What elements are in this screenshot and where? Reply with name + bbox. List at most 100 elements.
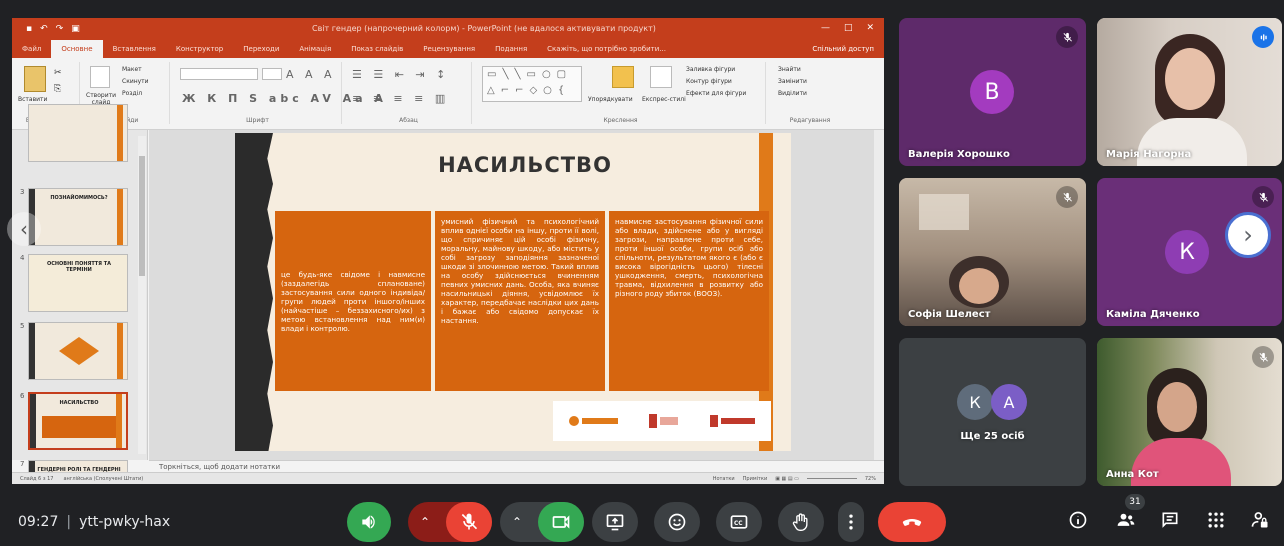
avatar: К [1165,230,1209,274]
captions-button[interactable]: CC [716,502,762,542]
align-icons[interactable]: ≡ ≡ ≡ ≡ ▥ [352,92,449,105]
thumbnails-scrollbar[interactable] [138,136,146,454]
definition-box-1: це будь-яке свідоме і навмисне (заздалег… [275,211,431,391]
minimize-icon[interactable]: — [821,23,830,33]
quick-styles-icon[interactable] [650,66,672,88]
close-icon[interactable]: ✕ [866,23,874,33]
canvas-scrollbar[interactable] [874,130,884,460]
participant-tile-video[interactable]: Марія Нагорна [1097,18,1282,166]
slide-left-decoration [235,133,273,451]
undo-icon[interactable]: ↶ [40,24,48,34]
raise-hand-button[interactable] [778,502,824,542]
share-button[interactable]: Спільний доступ [802,45,884,53]
tab-animations[interactable]: Анімація [289,45,341,53]
chat-icon [1162,512,1178,528]
slide-thumbnail[interactable]: ОСНОВНІ ПОНЯТТЯ ТА ТЕРМІНИ [28,254,128,312]
slide-thumbnail[interactable]: ПОЗНАЙОМИМОСЬ? [28,188,128,246]
meeting-details-button[interactable] [1068,510,1088,530]
participant-name: Анна Кот [1106,469,1159,480]
font-grow-icons[interactable]: A A A [286,68,336,81]
logo-3 [710,415,756,427]
comments-button[interactable]: Примітки [743,476,768,482]
font-size-field[interactable] [262,68,282,80]
previous-page-button[interactable]: ‹ [7,212,41,246]
host-controls-button[interactable] [1250,510,1270,530]
select-button[interactable]: Виділити [778,90,807,97]
thumbnail-number: 7 [20,460,25,468]
window-controls: — □ ✕ [821,23,874,33]
mic-off-icon [1252,346,1274,368]
layout-button[interactable]: Макет [122,66,142,73]
paragraph-group-label: Абзац [399,117,418,124]
arrange-icon[interactable] [612,66,634,88]
chevron-up-icon[interactable]: ⌃ [420,515,430,529]
replace-button[interactable]: Замінити [778,78,807,85]
status-bar: Слайд 6 з 17 англійська (Сполучені Штати… [12,472,884,484]
thumbnail-caption: НАСИЛЬСТВО [59,400,99,406]
tab-slideshow[interactable]: Показ слайдів [341,45,413,53]
slide-thumbnail[interactable] [28,322,128,380]
slide-thumbnail-selected[interactable]: НАСИЛЬСТВО [28,392,128,450]
save-icon[interactable]: ▪ [26,24,32,34]
participant-tile-video[interactable]: Анна Кот [1097,338,1282,486]
notes-button[interactable]: Нотатки [713,476,735,482]
next-page-button[interactable]: › [1225,212,1271,258]
font-name-field[interactable] [180,68,258,80]
new-slide-icon[interactable] [90,66,110,88]
meeting-code[interactable]: ytt-pwky-hax [79,514,170,530]
chevron-up-icon[interactable]: ⌃ [512,515,522,529]
ppt-titlebar: ▪ ↶ ↷ ▣ Світ гендер (напрочерний колорм)… [12,18,884,40]
activities-button[interactable] [1206,510,1226,530]
people-button[interactable] [1116,510,1136,530]
tab-transitions[interactable]: Переходи [233,45,289,53]
tell-me-box[interactable]: Скажіть, що потрібно зробити... [537,45,676,53]
paste-button[interactable]: Вставити [18,96,47,103]
participant-tile-video[interactable]: Софія Шелест [899,178,1086,326]
zoom-level[interactable]: 72% [865,476,876,482]
apps-icon [1208,512,1224,528]
copy-icon[interactable]: ⎘ [54,84,61,94]
emoji-button[interactable] [654,502,700,542]
present-button[interactable] [592,502,638,542]
maximize-icon[interactable]: □ [844,23,853,33]
shape-outline-button[interactable]: Контур фігури [686,78,732,85]
audio-button[interactable] [347,502,391,542]
slide-thumbnail[interactable] [28,104,128,162]
reset-button[interactable]: Скинути [122,78,149,85]
current-slide[interactable]: НАСИЛЬСТВО це будь-яке свідоме і навмисн… [235,133,791,451]
redo-icon[interactable]: ↷ [56,24,64,34]
leave-call-button[interactable] [878,502,946,542]
participant-tile[interactable]: В Валерія Хорошко [899,18,1086,166]
chat-button[interactable] [1160,510,1180,530]
tab-file[interactable]: Файл [12,45,51,53]
tab-review[interactable]: Рецензування [413,45,485,53]
camera-toggle-button[interactable] [538,502,584,542]
tab-design[interactable]: Конструктор [166,45,233,53]
cut-icon[interactable]: ✂ [54,68,62,78]
slideshow-icon[interactable]: ▣ [71,24,80,34]
shape-fill-button[interactable]: Заливка фігури [686,66,735,73]
tab-insert[interactable]: Вставлення [103,45,166,53]
tab-home[interactable]: Основне [51,40,103,58]
paste-icon[interactable] [24,66,46,92]
quick-styles-button[interactable]: Експрес-стилі [642,96,686,103]
camera-control[interactable]: ⌃ [500,502,584,542]
scrollbar-thumb[interactable] [139,156,145,276]
shape-effects-button[interactable]: Ефекти для фігури [686,90,746,97]
tab-view[interactable]: Подання [485,45,537,53]
more-options-button[interactable] [838,502,864,542]
thumbnail-number: 3 [20,188,25,196]
view-icons[interactable]: ▣ ▦ ▤ ▭ [775,476,799,482]
notes-pane[interactable]: Торкніться, щоб додати нотатки [149,460,884,472]
list-icons[interactable]: ☰ ☰ ⇤ ⇥ ↕ [352,68,449,81]
arrange-button[interactable]: Упорядкувати [588,96,633,103]
shapes-gallery[interactable]: ▭╲╲▭○▢ △⌐⌐◇○{ [482,66,582,102]
slide-title: НАСИЛЬСТВО [438,153,612,177]
find-button[interactable]: Знайти [778,66,801,73]
mic-toggle-button[interactable] [446,502,492,542]
language-indicator[interactable]: англійська (Сполучені Штати) [63,476,143,482]
zoom-slider[interactable] [806,478,857,479]
others-tile[interactable]: К А Ще 25 осіб [899,338,1086,486]
mic-control[interactable]: ⌃ [408,502,492,542]
section-button[interactable]: Розділ [122,90,142,97]
